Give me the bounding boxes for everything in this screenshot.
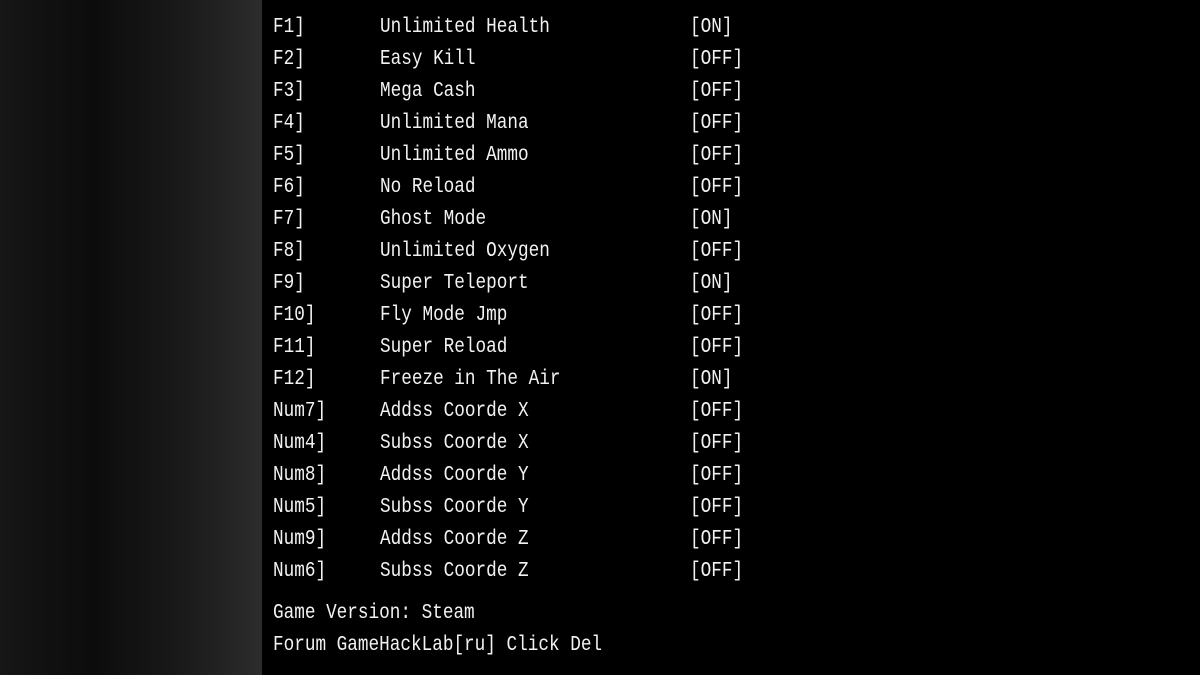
hotkey-label: Num6] [273, 559, 327, 583]
cheat-row[interactable]: F2] Easy Kill [OFF] [273, 43, 873, 75]
left-background [0, 0, 262, 675]
cheat-row[interactable]: F8] Unlimited Oxygen [OFF] [273, 235, 873, 267]
cheat-name: Subss Coorde Z [380, 559, 529, 583]
cheat-row[interactable]: Num4] Subss Coorde X [OFF] [273, 427, 873, 459]
cheat-row[interactable]: F12] Freeze in The Air [ON] [273, 363, 873, 395]
forum-text: Forum GameHackLab[ru] Click Del [273, 633, 603, 657]
cheat-row[interactable]: F11] Super Reload [OFF] [273, 331, 873, 363]
cheat-row[interactable]: F10] Fly Mode Jmp [OFF] [273, 299, 873, 331]
cheat-row[interactable]: F6] No Reload [OFF] [273, 171, 873, 203]
cheat-row[interactable]: F4] Unlimited Mana [OFF] [273, 107, 873, 139]
cheat-row[interactable]: Num5] Subss Coorde Y [OFF] [273, 491, 873, 523]
cheat-row[interactable]: Num7] Addss Coorde X [OFF] [273, 395, 873, 427]
cheat-row[interactable]: F1] Unlimited Health [ON] [273, 11, 873, 43]
cheat-row[interactable]: Num9] Addss Coorde Z [OFF] [273, 523, 873, 555]
cheat-row[interactable]: F3] Mega Cash [OFF] [273, 75, 873, 107]
cheat-row[interactable]: Num6] Subss Coorde Z [OFF] [273, 555, 873, 587]
cheat-status: [OFF] [690, 559, 744, 583]
cheat-row[interactable]: Num8] Addss Coorde Y [OFF] [273, 459, 873, 491]
cheat-row[interactable]: F9] Super Teleport [ON] [273, 267, 873, 299]
cheat-row[interactable]: F7] Ghost Mode [ON] [273, 203, 873, 235]
trainer-console: Game Version: Steam Forum GameHackLab[ru… [262, 0, 1200, 675]
cheat-row[interactable]: F5] Unlimited Ammo [OFF] [273, 139, 873, 171]
